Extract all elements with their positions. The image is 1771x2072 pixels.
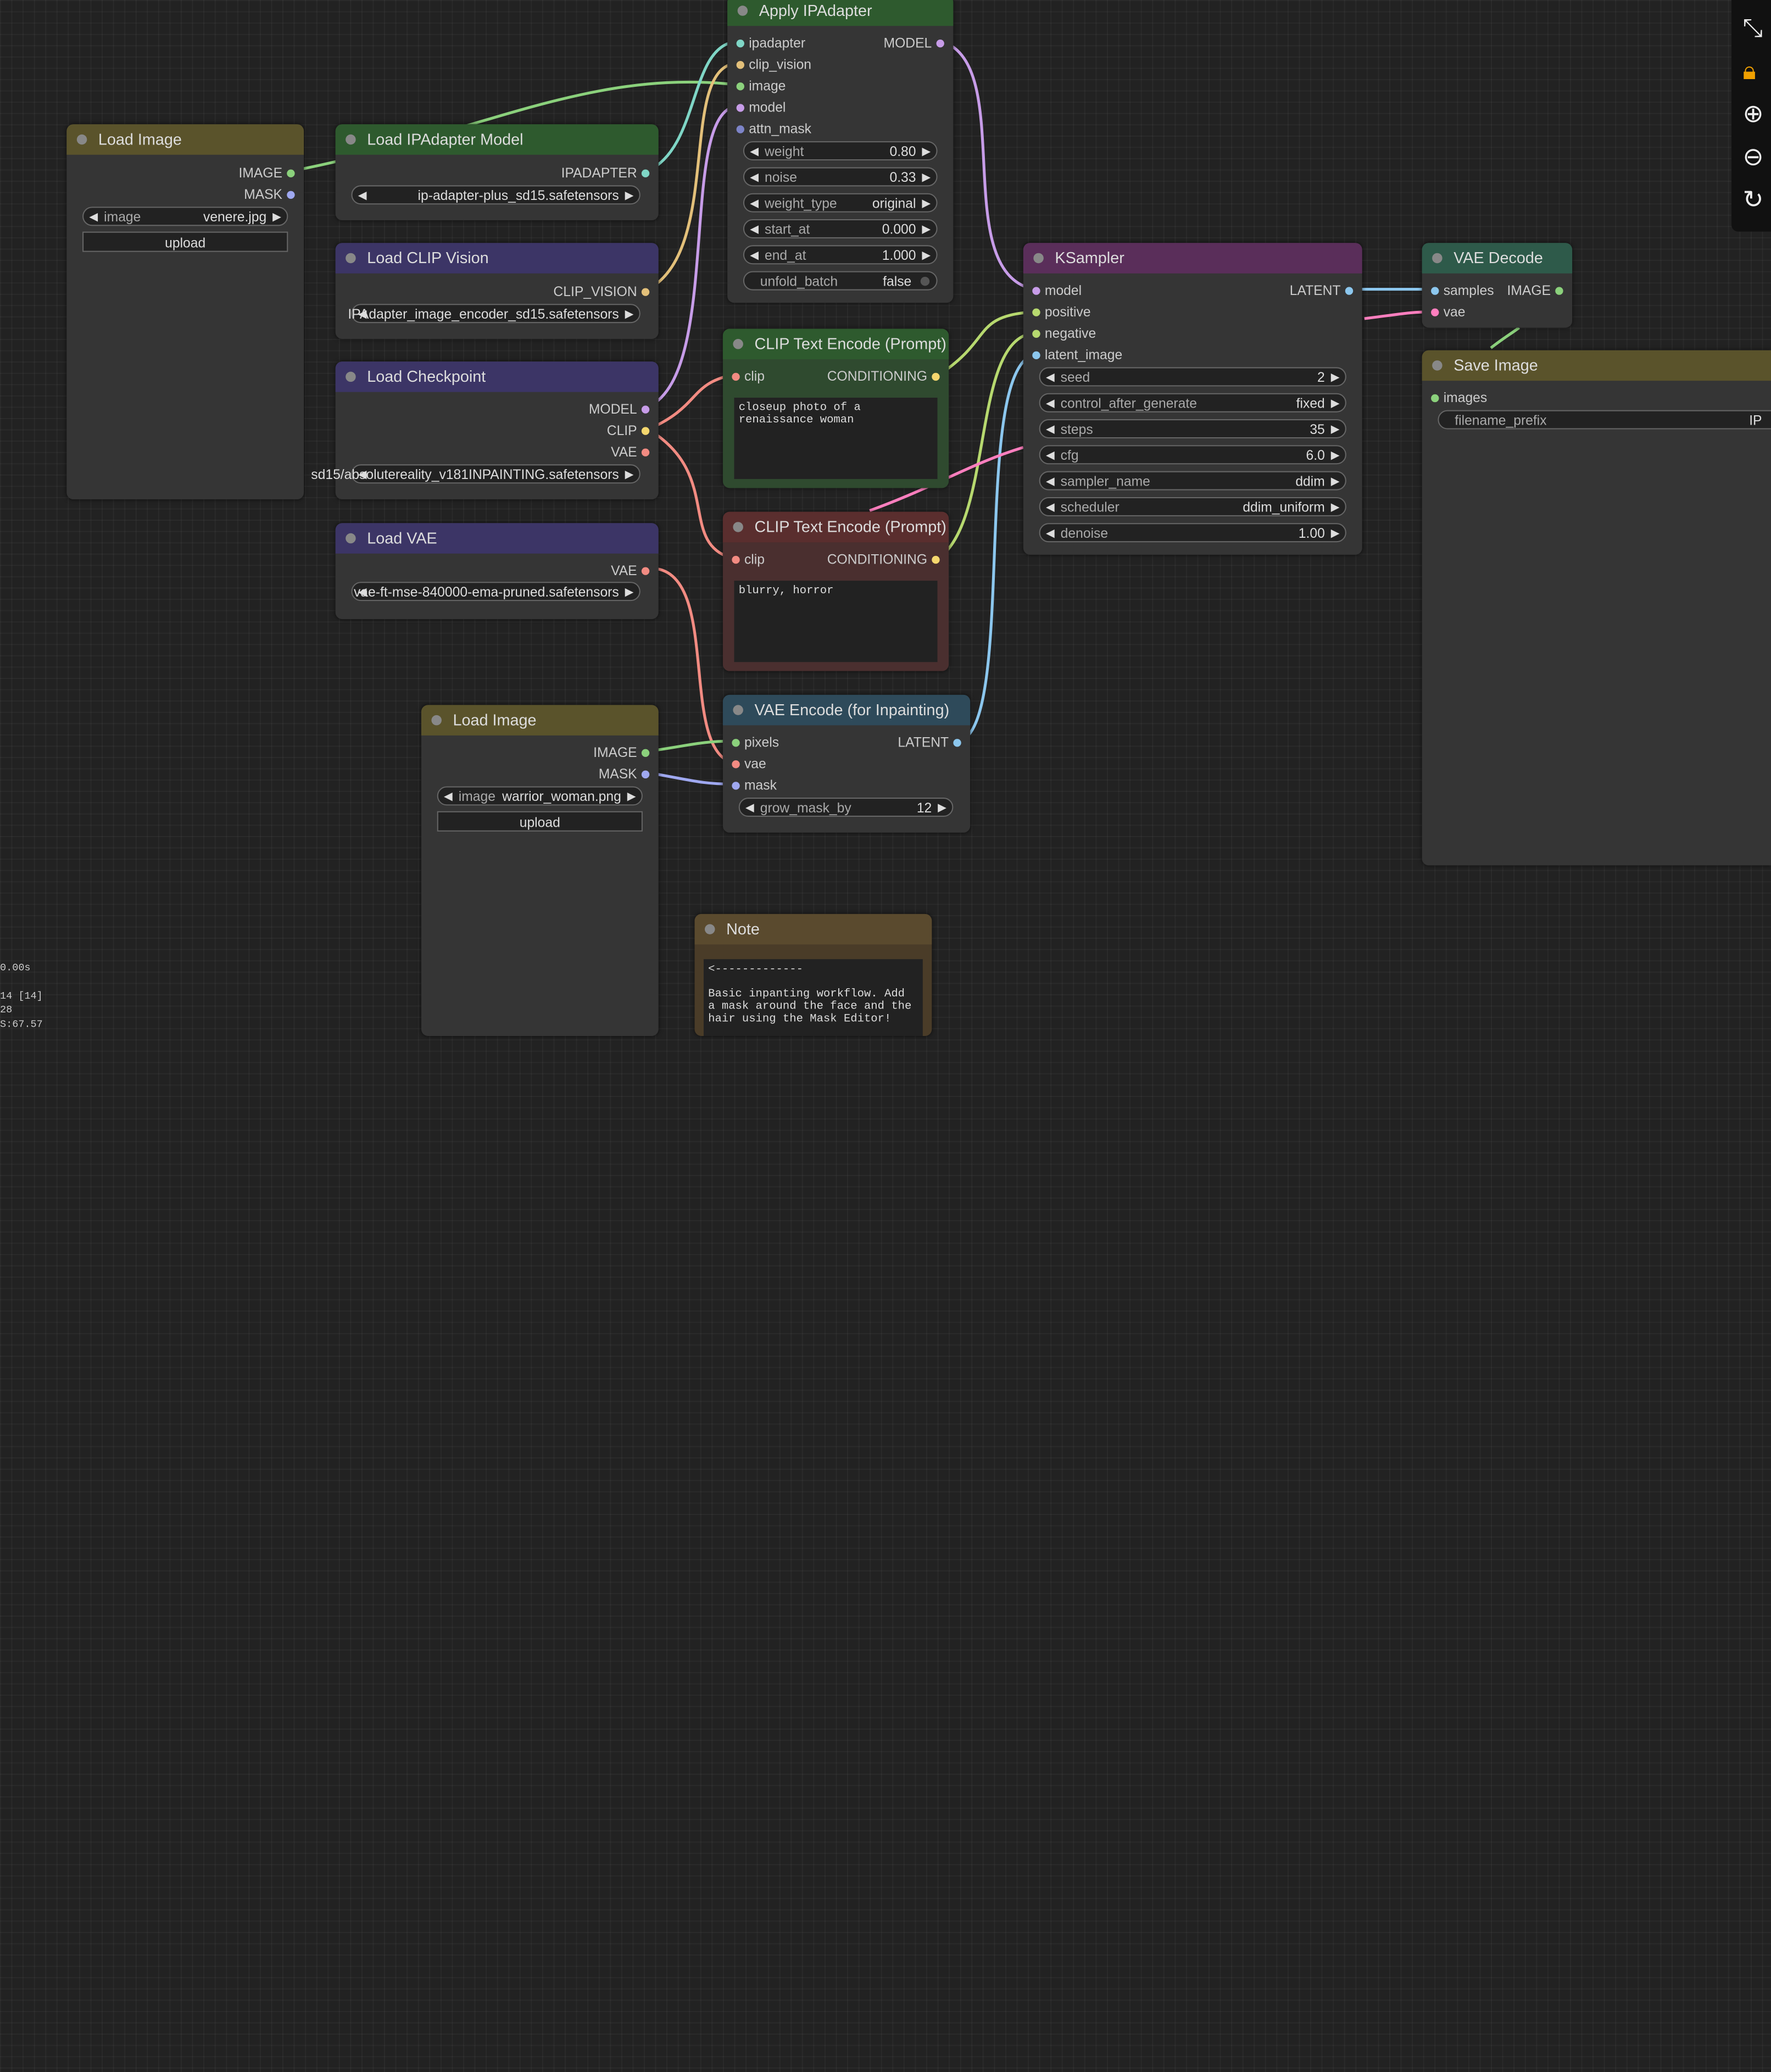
input-positive[interactable]: positive: [1032, 304, 1091, 320]
link-count: 28: [0, 1004, 13, 1016]
node-title: VAE Encode (for Inpainting): [722, 694, 971, 726]
input-attn-mask[interactable]: attn_mask: [736, 121, 811, 137]
ckpt-name-combo[interactable]: ◀ sd15/absolutereality_v181INPAINTING.saf…: [311, 464, 641, 484]
vae-decode-node[interactable]: VAE Decode samples IMAGE vae: [1422, 243, 1573, 328]
node-title: Load VAE: [335, 523, 659, 554]
input-clip-vision[interactable]: clip_vision: [736, 57, 811, 73]
node-title: Save Image: [1422, 350, 1771, 381]
prompt-textarea[interactable]: blurry, horror: [734, 581, 938, 662]
canvas-toolbar: ⤡ 🔒︎ ⊕ ⊖ ↻: [1731, 0, 1771, 232]
upload-button[interactable]: upload: [437, 811, 643, 832]
load-checkpoint-node[interactable]: Load Checkpoint MODEL CLIP VAE ◀ sd15/abs…: [311, 361, 659, 500]
clip-name-combo[interactable]: ◀ IPAdapter_image_encoder_sd15.safetensor…: [348, 304, 641, 324]
output-image[interactable]: IMAGE: [239, 165, 295, 181]
input-clip[interactable]: clip: [732, 368, 765, 384]
grow-mask-by-widget[interactable]: ◀ grow_mask_by 12 ▶: [738, 798, 954, 817]
output-vae[interactable]: VAE: [611, 444, 650, 460]
input-vae[interactable]: vae: [1431, 304, 1466, 320]
cfg-widget[interactable]: ◀ cfg 6.0 ▶: [1039, 445, 1346, 465]
output-latent[interactable]: LATENT: [898, 734, 961, 750]
node-title: CLIP Text Encode (Prompt): [722, 511, 949, 543]
image-combo[interactable]: ◀ image warrior_woman.png ▶: [437, 786, 643, 806]
note-textarea[interactable]: <------------- Basic inpanting workflow.…: [703, 959, 923, 1036]
input-negative[interactable]: negative: [1032, 325, 1096, 341]
save-image-node[interactable]: Save Image images filename_prefix IP: [1422, 350, 1771, 866]
node-title: CLIP Text Encode (Prompt): [722, 328, 949, 360]
input-mask[interactable]: mask: [732, 777, 777, 793]
scheduler-widget[interactable]: ◀ scheduler ddim_uniform ▶: [1039, 497, 1346, 516]
output-mask[interactable]: MASK: [599, 766, 650, 782]
weight-widget[interactable]: ◀ weight 0.80 ▶: [743, 141, 938, 161]
weight-type-widget[interactable]: ◀ weight_type original ▶: [743, 193, 938, 213]
lock-icon[interactable]: 🔒︎: [1743, 57, 1756, 86]
input-model[interactable]: model: [736, 99, 786, 115]
exec-time: 0.00s: [0, 962, 31, 974]
output-conditioning[interactable]: CONDITIONING: [827, 368, 940, 384]
control-after-generate-widget[interactable]: ◀ control_after_generate fixed ▶: [1039, 393, 1346, 413]
load-vae-node[interactable]: Load VAE VAE ◀ vae-ft-mse-840000-ema-prun…: [335, 523, 659, 620]
node-title: Load Image: [66, 124, 304, 155]
steps-widget[interactable]: ◀ steps 35 ▶: [1039, 419, 1346, 438]
upload-button[interactable]: upload: [82, 231, 288, 252]
node-title: Load Checkpoint: [335, 361, 659, 392]
apply-ipadapter-node[interactable]: Apply IPAdapter ipadapter MODEL clip_vis…: [727, 0, 954, 303]
load-clip-vision-node[interactable]: Load CLIP Vision CLIP_VISION ◀ IPAdapter_…: [335, 243, 659, 339]
compress-icon[interactable]: ⤡: [1743, 14, 1763, 43]
end-at-widget[interactable]: ◀ end_at 1.000 ▶: [743, 245, 938, 265]
node-title: VAE Decode: [1422, 243, 1573, 274]
output-vae[interactable]: VAE: [611, 562, 650, 578]
node-title: Load IPAdapter Model: [335, 124, 659, 155]
input-clip[interactable]: clip: [732, 552, 765, 567]
sampler-name-widget[interactable]: ◀ sampler_name ddim ▶: [1039, 471, 1346, 491]
vae-name-combo[interactable]: ◀ vae-ft-mse-840000-ema-pruned.safetensor…: [351, 582, 641, 601]
seed-widget[interactable]: ◀ seed 2 ▶: [1039, 367, 1346, 387]
output-mask[interactable]: MASK: [244, 186, 295, 202]
ksampler-node[interactable]: KSampler model LATENT positive negative …: [1023, 243, 1362, 555]
node-count: 14 [14]: [0, 990, 43, 1002]
vae-encode-inpainting-node[interactable]: VAE Encode (for Inpainting) pixels LATEN…: [722, 694, 971, 833]
ipadapter-file-combo[interactable]: ◀ ip-adapter-plus_sd15.safetensors ▶: [351, 185, 641, 205]
input-ipadapter[interactable]: ipadapter: [736, 35, 805, 51]
prompt-textarea[interactable]: closeup photo of a renaissance woman: [734, 397, 938, 480]
output-clip[interactable]: CLIP: [607, 422, 650, 438]
filename-prefix-widget[interactable]: filename_prefix IP: [1438, 410, 1771, 430]
output-image[interactable]: IMAGE: [1507, 282, 1563, 298]
clip-text-encode-positive-node[interactable]: CLIP Text Encode (Prompt) clip CONDITION…: [722, 328, 949, 488]
input-latent-image[interactable]: latent_image: [1032, 347, 1122, 363]
unfold-batch-toggle[interactable]: unfold_batch false: [743, 271, 938, 291]
clip-text-encode-negative-node[interactable]: CLIP Text Encode (Prompt) clip CONDITION…: [722, 511, 949, 671]
input-image[interactable]: image: [736, 78, 786, 94]
denoise-widget[interactable]: ◀ denoise 1.00 ▶: [1039, 523, 1346, 543]
node-title: Note: [694, 914, 932, 945]
note-node[interactable]: Note <------------- Basic inpanting work…: [694, 914, 932, 1036]
input-vae[interactable]: vae: [732, 756, 766, 772]
start-at-widget[interactable]: ◀ start_at 0.000 ▶: [743, 219, 938, 238]
zoom-out-icon[interactable]: ⊖: [1743, 142, 1764, 171]
input-model[interactable]: model: [1032, 282, 1082, 298]
node-title: Load Image: [421, 705, 659, 736]
reset-icon[interactable]: ↻: [1743, 185, 1764, 214]
output-latent[interactable]: LATENT: [1290, 282, 1354, 298]
noise-widget[interactable]: ◀ noise 0.33 ▶: [743, 167, 938, 187]
output-model[interactable]: MODEL: [884, 35, 944, 51]
load-ipadapter-node[interactable]: Load IPAdapter Model IPADAPTER ◀ ip-adapt…: [335, 124, 659, 221]
input-samples[interactable]: samples: [1431, 282, 1494, 298]
zoom-in-icon[interactable]: ⊕: [1743, 99, 1764, 129]
output-clip-vision[interactable]: CLIP_VISION: [553, 283, 650, 299]
output-model[interactable]: MODEL: [589, 401, 650, 417]
output-image[interactable]: IMAGE: [593, 744, 650, 760]
fps-readout: S:67.57: [0, 1019, 43, 1031]
node-title: KSampler: [1023, 243, 1362, 274]
node-title: Load CLIP Vision: [335, 243, 659, 274]
node-title: Apply IPAdapter: [727, 0, 954, 26]
output-conditioning[interactable]: CONDITIONING: [827, 552, 940, 567]
load-image-node[interactable]: Load Image IMAGE MASK ◀ image venere.jpg ▶ …: [66, 124, 304, 500]
image-combo[interactable]: ◀ image venere.jpg ▶: [82, 207, 288, 226]
output-ipadapter[interactable]: IPADAPTER: [561, 165, 650, 181]
input-pixels[interactable]: pixels: [732, 734, 779, 750]
load-image-node-2[interactable]: Load Image IMAGE MASK ◀ image warrior_woma…: [421, 705, 659, 1036]
input-images[interactable]: images: [1431, 390, 1487, 405]
